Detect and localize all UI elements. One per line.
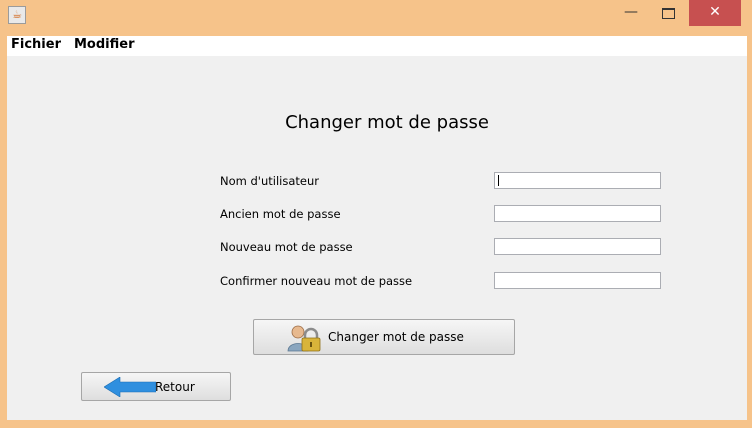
change-password-label: Changer mot de passe — [328, 330, 464, 344]
menu-modifier[interactable]: Modifier — [74, 37, 135, 52]
text-caret — [498, 175, 499, 186]
title-bar: ☕ — ✕ — [0, 0, 752, 36]
maximize-button[interactable] — [650, 0, 686, 26]
java-app-icon[interactable]: ☕ — [8, 6, 26, 24]
menu-bar: Fichier Modifier — [7, 36, 747, 56]
user-lock-icon — [287, 325, 321, 352]
change-password-button[interactable]: Changer mot de passe — [253, 319, 515, 355]
form-title: Changer mot de passe — [285, 112, 489, 133]
menu-fichier[interactable]: Fichier — [11, 37, 61, 52]
new-password-label: Nouveau mot de passe — [220, 240, 353, 254]
minimize-button[interactable]: — — [614, 0, 648, 26]
back-label: Retour — [155, 380, 195, 394]
app-window: ☕ — ✕ Fichier Modifier Changer mot de pa… — [0, 0, 752, 428]
confirm-password-label: Confirmer nouveau mot de passe — [220, 274, 413, 288]
confirm-password-field[interactable] — [494, 272, 661, 289]
old-password-label: Ancien mot de passe — [220, 207, 341, 221]
old-password-field[interactable] — [494, 205, 661, 222]
client-area: Fichier Modifier Changer mot de passe No… — [7, 36, 747, 420]
back-button[interactable]: Retour — [81, 372, 231, 401]
arrow-left-icon — [104, 377, 156, 397]
close-button[interactable]: ✕ — [689, 0, 741, 26]
username-field[interactable] — [494, 172, 661, 189]
maximize-icon — [661, 8, 675, 19]
username-label: Nom d'utilisateur — [220, 174, 319, 188]
new-password-field[interactable] — [494, 238, 661, 255]
